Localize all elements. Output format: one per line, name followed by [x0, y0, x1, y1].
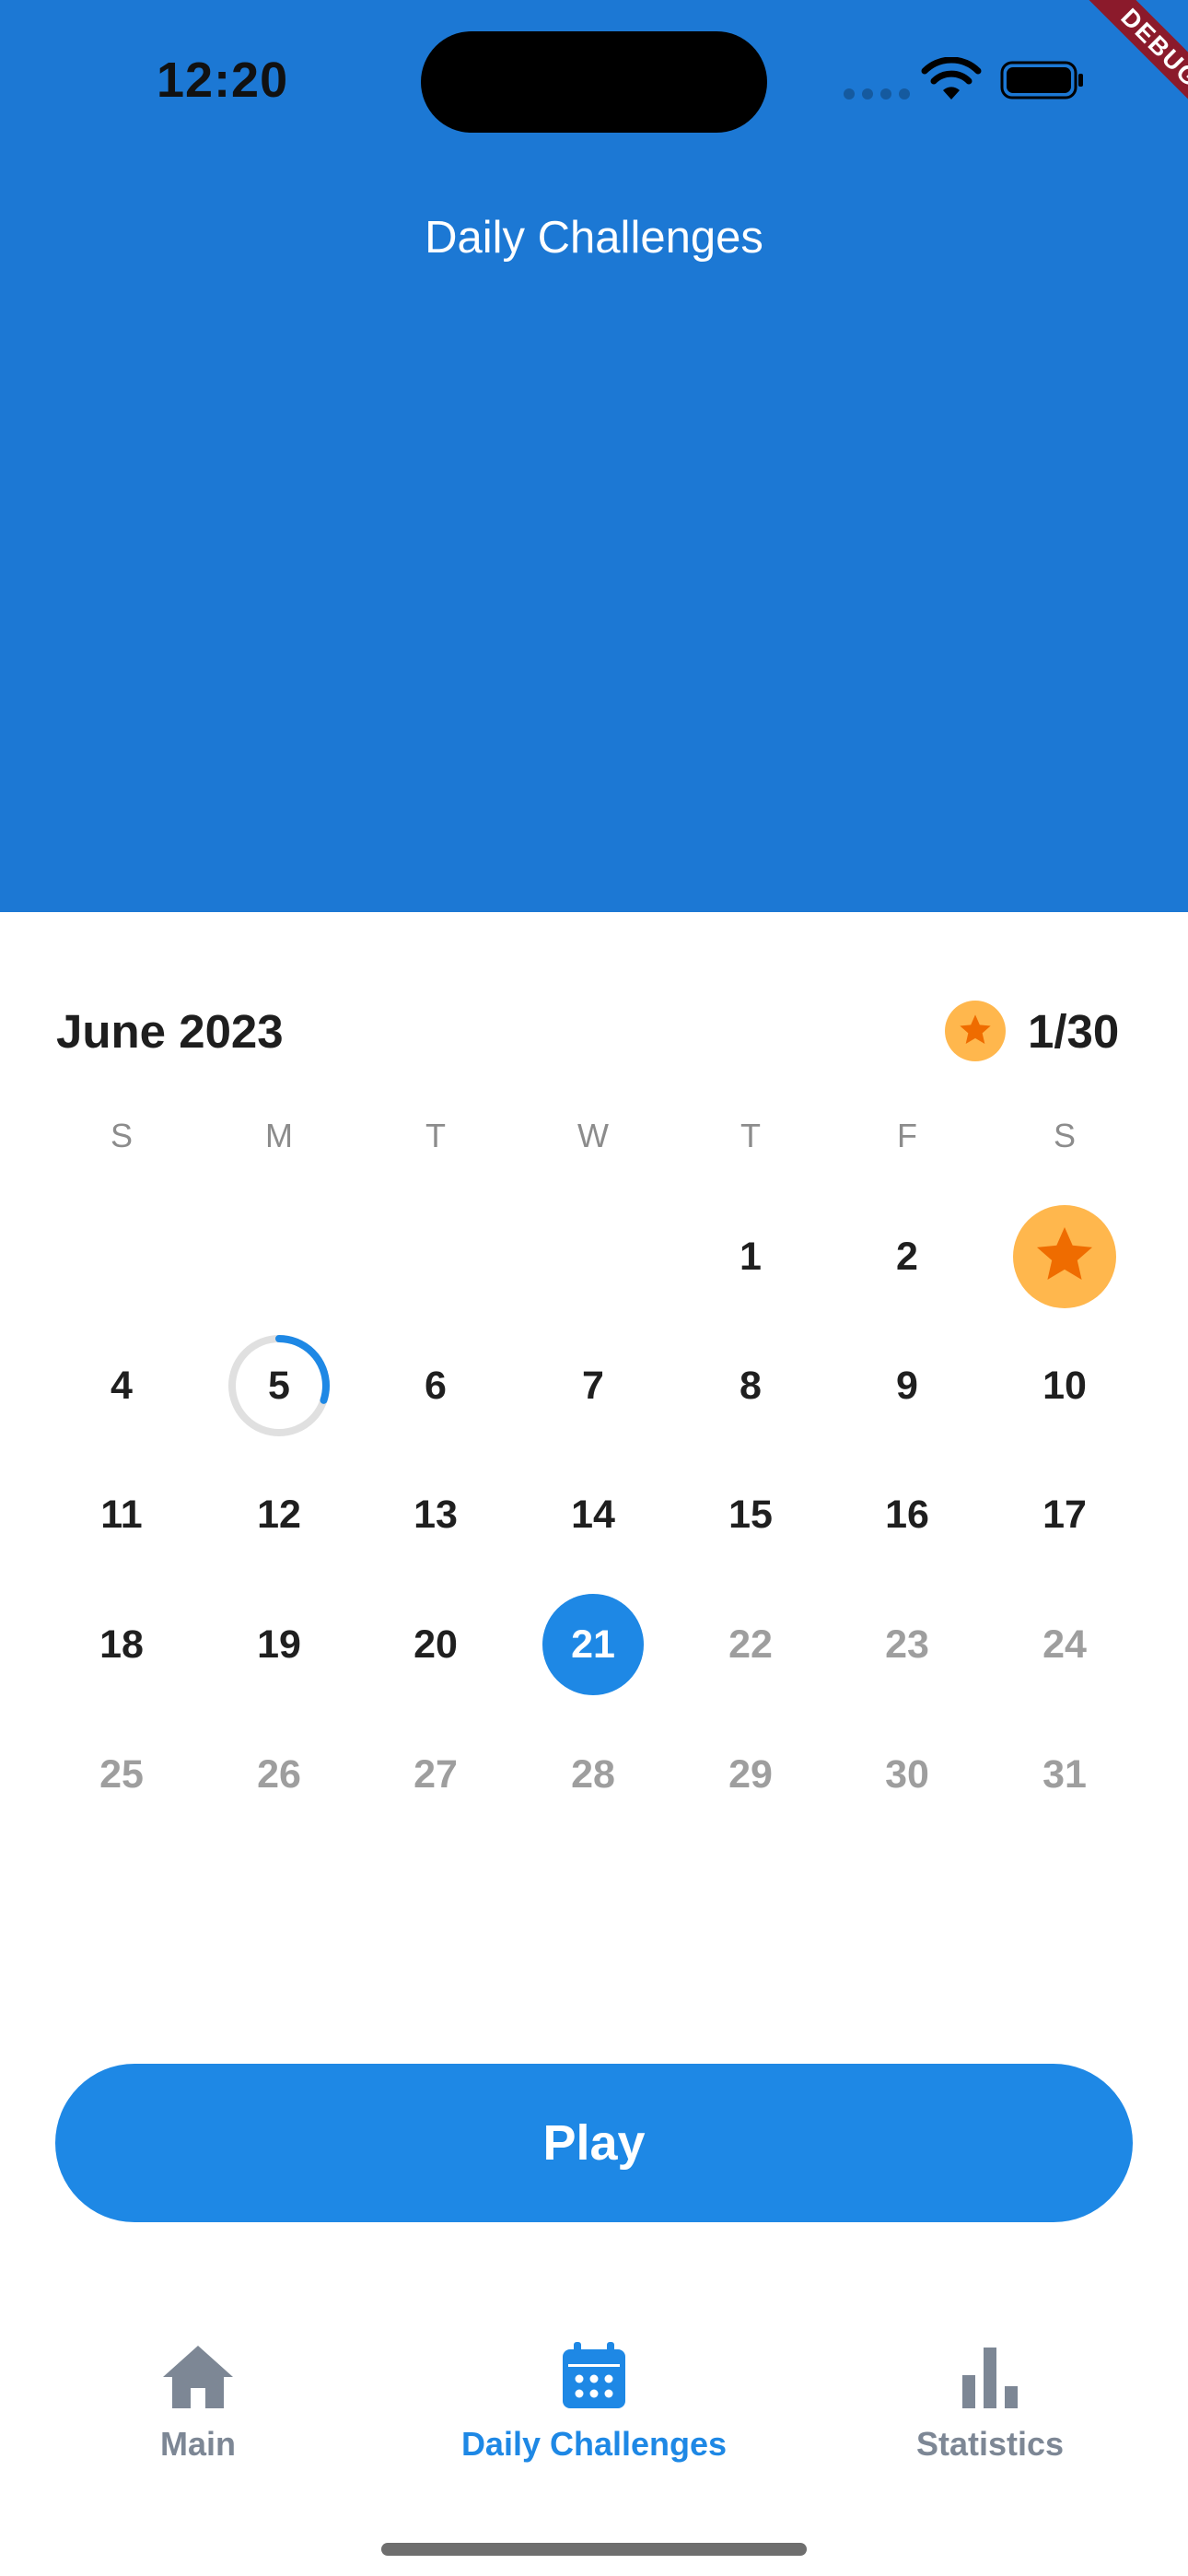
nav-item-statistics[interactable]: Statistics: [824, 2340, 1156, 2464]
calendar-day-future: 27: [413, 1752, 458, 1797]
calendar-day-future: 26: [257, 1752, 301, 1797]
weekday-label: S: [1053, 1117, 1076, 1154]
calendar-day-future: 22: [728, 1622, 773, 1667]
calendar-day[interactable]: 1: [695, 1201, 806, 1312]
calendar-day[interactable]: 13: [380, 1459, 491, 1570]
calendar-day-completed[interactable]: [1013, 1205, 1116, 1308]
status-time: 12:20: [157, 53, 289, 108]
calendar-icon: [563, 2342, 625, 2408]
calendar-day[interactable]: 14: [538, 1459, 648, 1570]
weekday-label: T: [425, 1117, 446, 1154]
weekday-label: S: [110, 1117, 133, 1154]
calendar-day[interactable]: 15: [695, 1459, 806, 1570]
page-title: Daily Challenges: [425, 213, 763, 263]
calendar-day[interactable]: 16: [852, 1459, 962, 1570]
cellular-signal-icon: [844, 88, 910, 100]
calendar-day-selected[interactable]: 21: [542, 1594, 644, 1695]
header: 12:20 DEBUG Daily Challenges: [0, 0, 1188, 912]
calendar-day-future: 24: [1042, 1622, 1087, 1667]
calendar-day[interactable]: 12: [224, 1459, 334, 1570]
calendar-day-future: 23: [885, 1622, 929, 1667]
calendar-day[interactable]: 2: [852, 1201, 962, 1312]
calendar-day-future: 29: [728, 1752, 773, 1797]
play-button[interactable]: Play: [55, 2064, 1133, 2222]
calendar-day[interactable]: 8: [695, 1330, 806, 1441]
calendar-day[interactable]: 7: [538, 1330, 648, 1441]
calendar-day[interactable]: 20: [380, 1589, 491, 1700]
wifi-icon: [921, 57, 982, 100]
nav-item-daily-challenges[interactable]: Daily Challenges: [428, 2340, 760, 2464]
calendar-day[interactable]: 19: [224, 1589, 334, 1700]
calendar-day[interactable]: 6: [380, 1330, 491, 1441]
weekday-label: W: [577, 1117, 609, 1154]
nav-label: Main: [159, 2425, 236, 2463]
calendar-day[interactable]: 10: [1009, 1330, 1120, 1441]
calendar-day[interactable]: 11: [66, 1459, 177, 1570]
nav-label: Statistics: [915, 2425, 1065, 2463]
star-icon: [960, 1014, 991, 1044]
weekday-label: T: [740, 1117, 761, 1154]
calendar-day-future: 31: [1042, 1752, 1087, 1797]
star-badge: [945, 1001, 1006, 1061]
weekday-label: F: [897, 1117, 917, 1154]
calendar-day[interactable]: 4: [66, 1330, 177, 1441]
weekday-label: M: [265, 1117, 293, 1154]
calendar-day-in-progress[interactable]: 5: [224, 1330, 334, 1441]
calendar-day-future: 30: [885, 1752, 929, 1797]
calendar-day[interactable]: 9: [852, 1330, 962, 1441]
calendar-day-future: 28: [571, 1752, 615, 1797]
calendar-day[interactable]: 18: [66, 1589, 177, 1700]
challenge-score: 1/30: [1028, 1005, 1120, 1058]
home-indicator: [381, 2543, 807, 2556]
nav-label: Daily Challenges: [460, 2425, 728, 2463]
home-icon: [163, 2346, 233, 2408]
calendar-day-future: 25: [99, 1752, 144, 1797]
calendar-day[interactable]: 17: [1009, 1459, 1120, 1570]
bar-chart-icon: [962, 2348, 1018, 2408]
nav-item-main[interactable]: Main: [32, 2340, 364, 2464]
calendar-day-label: 5: [268, 1364, 290, 1408]
month-label: June 2023: [56, 1005, 284, 1058]
star-icon: [1037, 1227, 1092, 1280]
dynamic-island: [421, 31, 767, 133]
battery-icon: [1000, 61, 1083, 100]
